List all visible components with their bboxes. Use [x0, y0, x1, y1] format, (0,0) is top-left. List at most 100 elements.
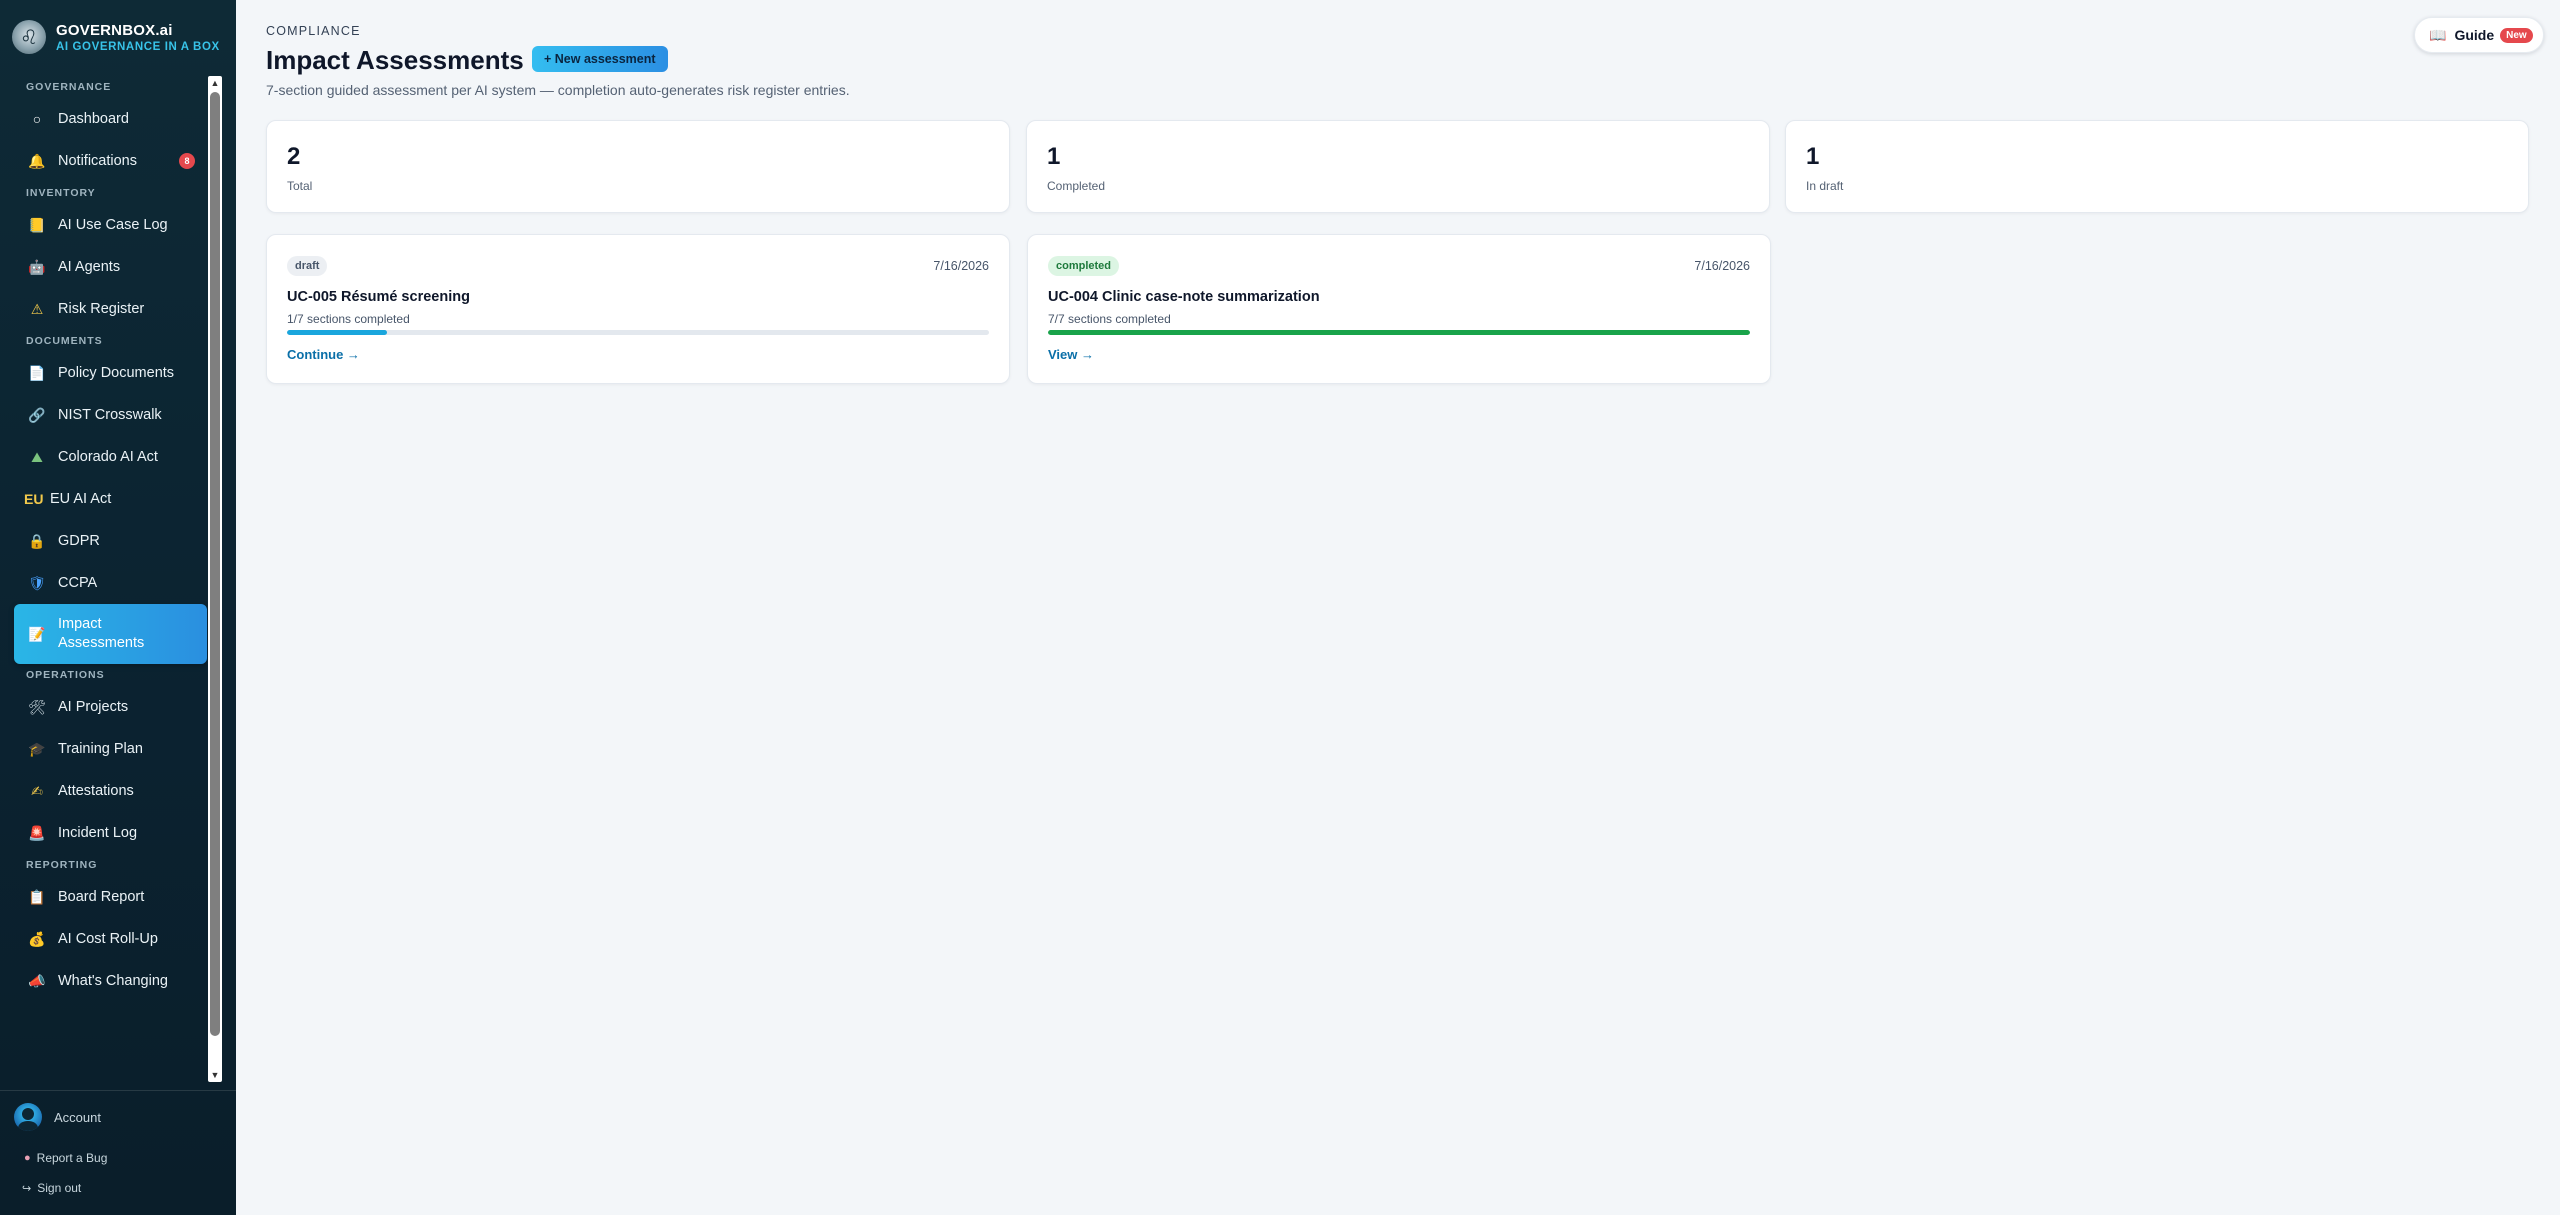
- guide-button[interactable]: 📖 Guide New: [2414, 17, 2544, 53]
- assessment-progress-text: 1/7 sections completed: [287, 312, 410, 326]
- avatar: [14, 1103, 42, 1131]
- progress-bar: [287, 330, 989, 335]
- shield-icon: 🛡: [28, 574, 46, 591]
- scroll-up-arrow-icon[interactable]: ▲: [210, 78, 220, 88]
- brand-name: GOVERNBOX.ai: [56, 21, 173, 39]
- assessment-title: UC-005 Résumé screening: [287, 289, 470, 305]
- bug-icon: ●: [24, 1152, 31, 1164]
- report-icon: 📋: [28, 888, 46, 905]
- folder-icon: 📒: [28, 216, 46, 233]
- assessment-card[interactable]: completed 7/16/2026 UC-004 Clinic case-n…: [1027, 234, 1771, 384]
- sidebar-item-risk-register[interactable]: ⚠ Risk Register: [14, 288, 207, 330]
- nav-section-governance: GOVERNANCE: [26, 81, 112, 93]
- sidebar-item-label: AI Agents: [58, 259, 121, 275]
- sidebar-item-label: Risk Register: [58, 301, 145, 317]
- sidebar-item-ai-cost-roll-up[interactable]: 💰 AI Cost Roll-Up: [14, 918, 207, 960]
- status-badge: draft: [287, 256, 328, 276]
- status-badge: completed: [1048, 256, 1120, 276]
- sidebar-scrollbar[interactable]: ▲ ▼: [208, 76, 222, 1082]
- account-link[interactable]: Account: [0, 1091, 236, 1143]
- stat-card-completed: 1 Completed: [1026, 120, 1770, 213]
- sidebar-item-notifications[interactable]: 🔔 Notifications 8: [14, 140, 207, 182]
- sidebar-item-training-plan[interactable]: 🎓 Training Plan: [14, 728, 207, 770]
- bell-icon: 🔔: [28, 152, 46, 169]
- sidebar-item-label: AI Use Case Log: [58, 217, 168, 233]
- lion-logo-icon: ♌: [12, 20, 46, 54]
- link-icon: 🔗: [28, 406, 46, 423]
- sidebar-item-label: Training Plan: [58, 741, 143, 757]
- page-title: Impact Assessments: [266, 45, 524, 75]
- sidebar-item-incident-log[interactable]: 🚨 Incident Log: [14, 812, 207, 854]
- sidebar-item-whats-changing[interactable]: 📣 What's Changing: [14, 960, 207, 1002]
- report-bug-link[interactable]: ● Report a Bug: [0, 1143, 236, 1173]
- continue-link[interactable]: Continue →: [287, 347, 360, 362]
- sidebar-item-ai-agents[interactable]: 🤖 AI Agents: [14, 246, 207, 288]
- robot-icon: 🤖: [28, 258, 46, 275]
- assessment-date: 7/16/2026: [1694, 259, 1750, 273]
- assessment-card[interactable]: draft 7/16/2026 UC-005 Résumé screening …: [266, 234, 1010, 384]
- sidebar-item-impact-assessments[interactable]: 📝 Impact Assessments: [14, 604, 207, 664]
- new-badge: New: [2500, 27, 2533, 43]
- sidebar-item-eu-ai-act[interactable]: EU EU AI Act: [14, 478, 207, 520]
- sidebar-item-attestations[interactable]: ✍ Attestations: [14, 770, 207, 812]
- scroll-down-arrow-icon[interactable]: ▼: [210, 1070, 220, 1080]
- progress-bar-fill: [287, 330, 388, 335]
- progress-bar-fill: [1048, 330, 1750, 335]
- stat-value: 1: [1047, 143, 1061, 170]
- stat-label: Completed: [1047, 179, 1106, 193]
- view-link[interactable]: View →: [1048, 347, 1094, 362]
- account-label: Account: [54, 1109, 101, 1125]
- book-icon: 📖: [2429, 26, 2447, 43]
- sidebar-item-gdpr[interactable]: 🔒 GDPR: [14, 520, 207, 562]
- main-content: COMPLIANCE Impact Assessments + New asse…: [236, 0, 2560, 1215]
- nav-section-operations: OPERATIONS: [26, 669, 105, 681]
- sidebar-item-label: AI Cost Roll-Up: [58, 931, 158, 947]
- mountain-icon: ⛰: [31, 448, 43, 465]
- sidebar-item-ai-use-case-log[interactable]: 📒 AI Use Case Log: [14, 204, 207, 246]
- notification-count-badge: 8: [179, 153, 195, 169]
- sidebar-item-label: Board Report: [58, 889, 145, 905]
- guide-label: Guide: [2454, 27, 2495, 43]
- money-bag-icon: 💰: [28, 930, 46, 947]
- new-assessment-button[interactable]: + New assessment: [532, 46, 668, 72]
- brand[interactable]: ♌ GOVERNBOX.ai AI GOVERNANCE IN A BOX: [12, 15, 220, 59]
- assessment-date: 7/16/2026: [933, 259, 989, 273]
- graduation-cap-icon: 🎓: [28, 740, 46, 757]
- sidebar-item-colorado-ai-act[interactable]: ⛰ Colorado AI Act: [14, 436, 207, 478]
- sidebar-item-board-report[interactable]: 📋 Board Report: [14, 876, 207, 918]
- sidebar-item-label: Dashboard: [58, 111, 129, 127]
- sidebar-item-dashboard[interactable]: ○ Dashboard: [14, 98, 207, 140]
- nav-section-inventory: INVENTORY: [26, 187, 96, 199]
- scrollbar-thumb[interactable]: [210, 92, 220, 1036]
- sidebar-item-label: Notifications: [58, 153, 137, 169]
- stat-label: In draft: [1806, 179, 1844, 193]
- eu-icon: EU: [24, 491, 44, 507]
- sidebar-item-label: Attestations: [58, 783, 134, 799]
- sidebar-footer: Account ● Report a Bug ↪ Sign out: [0, 1090, 236, 1203]
- page-subtitle: 7-section guided assessment per AI syste…: [266, 82, 850, 98]
- sidebar-item-label: What's Changing: [58, 973, 168, 989]
- stat-card-in-draft: 1 In draft: [1785, 120, 2529, 213]
- report-bug-label: Report a Bug: [36, 1151, 108, 1165]
- stat-label: Total: [287, 179, 313, 193]
- sidebar-item-label: CCPA: [58, 575, 98, 591]
- siren-icon: 🚨: [28, 824, 46, 841]
- sidebar: ♌ GOVERNBOX.ai AI GOVERNANCE IN A BOX GO…: [0, 0, 236, 1215]
- stat-value: 2: [287, 143, 301, 170]
- sidebar-item-label: Impact Assessments: [58, 616, 145, 651]
- sign-out-link[interactable]: ↪ Sign out: [0, 1173, 236, 1203]
- assessment-progress-text: 7/7 sections completed: [1048, 312, 1171, 326]
- sidebar-item-nist-crosswalk[interactable]: 🔗 NIST Crosswalk: [14, 394, 207, 436]
- sidebar-item-ccpa[interactable]: 🛡 CCPA: [14, 562, 207, 604]
- sidebar-item-label: AI Projects: [58, 699, 129, 715]
- warning-icon: ⚠: [30, 300, 44, 317]
- assessment-title: UC-004 Clinic case-note summarization: [1048, 289, 1320, 305]
- clipboard-icon: 📝: [28, 625, 46, 642]
- nav-section-documents: DOCUMENTS: [26, 335, 103, 347]
- progress-bar: [1048, 330, 1750, 335]
- sidebar-item-ai-projects[interactable]: 🛠 AI Projects: [14, 686, 207, 728]
- lock-icon: 🔒: [28, 532, 46, 549]
- nav-section-reporting: REPORTING: [26, 859, 98, 871]
- sidebar-item-policy-documents[interactable]: 📄 Policy Documents: [14, 352, 207, 394]
- sidebar-item-label: Policy Documents: [58, 365, 175, 381]
